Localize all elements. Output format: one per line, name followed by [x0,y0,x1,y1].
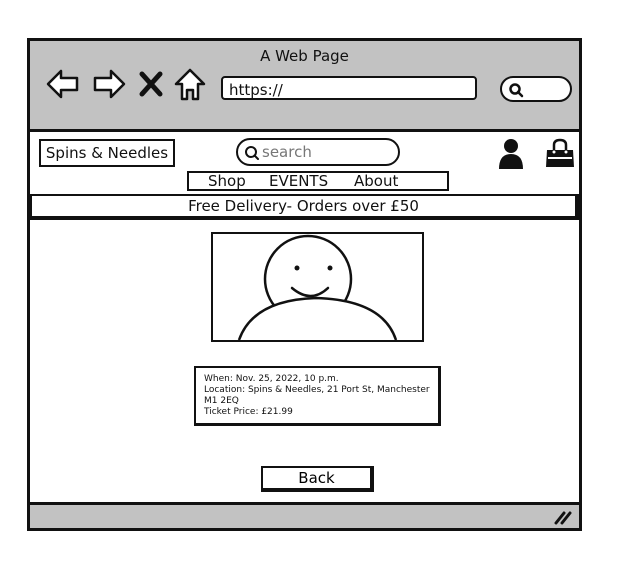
nav-item-shop[interactable]: Shop [208,173,246,190]
user-icon[interactable] [498,138,524,170]
event-location-postcode: M1 2EQ [204,396,239,406]
search-input[interactable] [262,142,392,162]
shopping-bag-icon[interactable] [544,138,576,170]
back-arrow-icon[interactable] [45,66,81,102]
smiley-face-placeholder-icon [237,234,398,340]
back-button[interactable]: Back [261,466,374,492]
search-icon [245,146,259,160]
browser-window: A Web Page https:// Spins & Needles Shop… [27,38,582,531]
site-logo[interactable]: Spins & Needles [39,139,175,167]
close-icon[interactable] [136,66,166,102]
browser-titlebar: A Web Page https:// [30,41,579,132]
forward-arrow-icon[interactable] [91,66,127,102]
nav-item-events[interactable]: EVENTS [269,173,328,190]
site-search[interactable] [236,138,400,166]
browser-search-box[interactable] [500,76,572,102]
resize-grip-icon[interactable] [553,509,573,525]
main-nav: Shop EVENTS About [187,171,449,191]
event-image [211,232,424,342]
browser-statusbar [30,502,579,528]
window-title: A Web Page [260,47,349,65]
search-icon [509,83,524,98]
nav-item-about[interactable]: About [354,173,398,190]
url-bar[interactable]: https:// [221,76,477,100]
home-icon[interactable] [172,66,208,102]
event-ticket-price: Ticket Price: £21.99 [204,407,293,417]
event-when: When: Nov. 25, 2022, 10 p.m. [204,374,339,384]
promo-banner: Free Delivery- Orders over £50 [30,194,579,220]
event-location: Location: Spins & Needles, 21 Port St, M… [204,385,430,395]
event-details: When: Nov. 25, 2022, 10 p.m. Location: S… [194,366,441,426]
